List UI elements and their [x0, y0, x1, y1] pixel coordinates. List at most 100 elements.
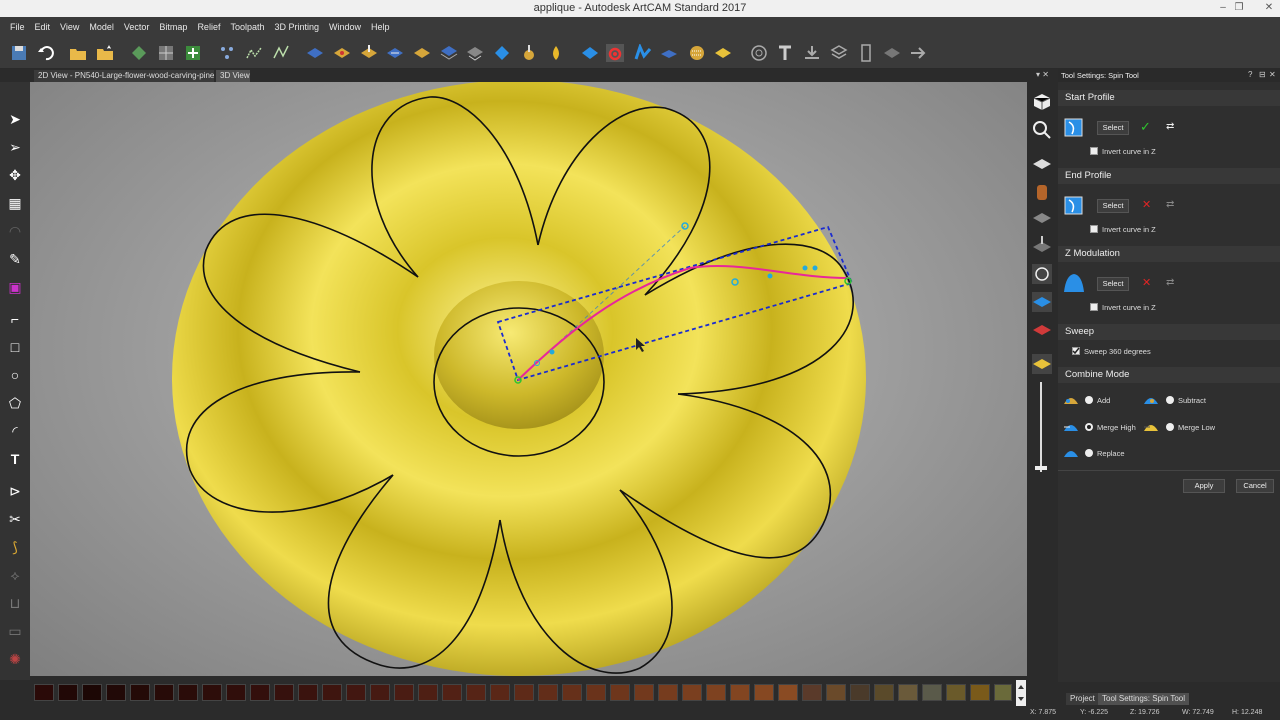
- menu-view[interactable]: View: [55, 17, 84, 37]
- bitmap-select-icon[interactable]: ▣: [6, 278, 24, 296]
- relief-icon[interactable]: [130, 44, 148, 62]
- palette-scroll-icon[interactable]: [1016, 680, 1026, 706]
- bitmap-icon[interactable]: [245, 44, 263, 62]
- open-folder-icon[interactable]: [69, 44, 87, 62]
- palette-swatch[interactable]: [466, 684, 486, 701]
- end-invert-checkbox[interactable]: [1090, 225, 1098, 233]
- palette-swatch[interactable]: [394, 684, 414, 701]
- polygon-icon[interactable]: ⬠: [6, 394, 24, 412]
- close-icon[interactable]: ✕: [1262, 1, 1276, 15]
- palette-swatch[interactable]: [514, 684, 534, 701]
- palette-swatch[interactable]: [82, 684, 102, 701]
- palette-swatch[interactable]: [682, 684, 702, 701]
- blue-layer-icon[interactable]: [1032, 292, 1052, 312]
- panel-close-icon[interactable]: ✕: [1269, 70, 1276, 79]
- texture-icon[interactable]: [688, 44, 706, 62]
- z-modulation-select-button[interactable]: Select: [1097, 277, 1129, 291]
- palette-swatch[interactable]: [58, 684, 78, 701]
- cube-view-icon[interactable]: [1032, 92, 1052, 112]
- palette-swatch[interactable]: [202, 684, 222, 701]
- panel-help-icon[interactable]: ?: [1248, 70, 1252, 79]
- restore-icon[interactable]: ❐: [1232, 1, 1246, 15]
- swap-icon[interactable]: ⇄: [1166, 121, 1174, 132]
- trim-icon[interactable]: ✂: [6, 510, 24, 528]
- swap-icon[interactable]: ⇄: [1166, 199, 1174, 210]
- menu-model[interactable]: Model: [84, 17, 119, 37]
- palette-swatch[interactable]: [34, 684, 54, 701]
- start-invert-checkbox[interactable]: [1090, 147, 1098, 155]
- ruler-icon[interactable]: [857, 44, 875, 62]
- palette-swatch[interactable]: [130, 684, 150, 701]
- wood-material-icon[interactable]: [1032, 182, 1052, 202]
- menu-3d-printing[interactable]: 3D Printing: [269, 17, 324, 37]
- plane-icon[interactable]: [1032, 154, 1052, 174]
- palette-swatch[interactable]: [586, 684, 606, 701]
- palette-swatch[interactable]: [994, 684, 1012, 701]
- subtract-radio[interactable]: [1166, 396, 1174, 404]
- palette-swatch[interactable]: [706, 684, 726, 701]
- replace-radio[interactable]: [1085, 449, 1093, 457]
- menu-toolpath[interactable]: Toolpath: [225, 17, 269, 37]
- palette-swatch[interactable]: [442, 684, 462, 701]
- arc-icon[interactable]: ◜: [6, 422, 24, 440]
- smooth-icon[interactable]: [466, 44, 484, 62]
- transform-view-icon[interactable]: [1032, 264, 1052, 284]
- diamond-icon[interactable]: [493, 44, 511, 62]
- palette-swatch[interactable]: [322, 684, 342, 701]
- lasso-icon[interactable]: ◠: [6, 222, 24, 240]
- palette-swatch[interactable]: [226, 684, 246, 701]
- undo-icon[interactable]: [37, 44, 55, 62]
- fade-icon[interactable]: [883, 44, 901, 62]
- palette-swatch[interactable]: [922, 684, 942, 701]
- stack-icon[interactable]: [830, 44, 848, 62]
- relief-layer-icon[interactable]: [1032, 234, 1052, 254]
- import-icon[interactable]: [803, 44, 821, 62]
- rectangle-icon[interactable]: □: [6, 338, 24, 356]
- layer-slider-handle[interactable]: [1035, 466, 1047, 470]
- menu-help[interactable]: Help: [366, 17, 395, 37]
- cancel-button[interactable]: Cancel: [1236, 479, 1274, 493]
- menu-bitmap[interactable]: Bitmap: [154, 17, 192, 37]
- transform-icon[interactable]: ✥: [6, 166, 24, 184]
- palette-swatch[interactable]: [370, 684, 390, 701]
- layer-slider-track[interactable]: [1040, 382, 1042, 472]
- palette-swatch[interactable]: [418, 684, 438, 701]
- tab-tool-settings[interactable]: Tool Settings: Spin Tool: [1098, 693, 1190, 705]
- add-radio[interactable]: [1085, 396, 1093, 404]
- palette-swatch[interactable]: [850, 684, 870, 701]
- tab-3d-view[interactable]: 3D View: [216, 70, 250, 82]
- palette-swatch[interactable]: [970, 684, 990, 701]
- text-tool-icon[interactable]: T: [6, 450, 24, 468]
- vector-icon[interactable]: [272, 44, 290, 62]
- palette-swatch[interactable]: [490, 684, 510, 701]
- minimize-icon[interactable]: –: [1216, 1, 1230, 15]
- palette-swatch[interactable]: [874, 684, 894, 701]
- palette-swatch[interactable]: [274, 684, 294, 701]
- palette-swatch[interactable]: [658, 684, 678, 701]
- menu-file[interactable]: File: [0, 17, 30, 37]
- target-icon[interactable]: [750, 44, 768, 62]
- node-edit-icon[interactable]: ➢: [6, 138, 24, 156]
- drop-icon[interactable]: [547, 44, 565, 62]
- menu-relief[interactable]: Relief: [192, 17, 225, 37]
- text-icon[interactable]: [776, 44, 794, 62]
- flat-icon[interactable]: [660, 44, 678, 62]
- texture-tool-icon[interactable]: ✺: [6, 650, 24, 668]
- palette-swatch[interactable]: [610, 684, 630, 701]
- palette-swatch[interactable]: [178, 684, 198, 701]
- menu-window[interactable]: Window: [324, 17, 366, 37]
- merge-high-radio[interactable]: [1085, 423, 1093, 431]
- wave-icon[interactable]: [634, 44, 652, 62]
- paint-icon[interactable]: ✎: [6, 250, 24, 268]
- panel-pin-icon[interactable]: ⊟: [1259, 70, 1266, 79]
- grid-tool-icon[interactable]: ▦: [6, 194, 24, 212]
- sweep-icon[interactable]: [360, 44, 378, 62]
- menu-vector[interactable]: Vector: [119, 17, 155, 37]
- yellow-layer-icon[interactable]: [1032, 354, 1052, 374]
- palette-swatch[interactable]: [562, 684, 582, 701]
- 3d-viewport[interactable]: [30, 82, 1027, 676]
- palette-swatch[interactable]: [778, 684, 798, 701]
- arrow-icon[interactable]: [909, 44, 927, 62]
- relief-scene[interactable]: [30, 82, 1027, 676]
- close-vector-icon[interactable]: ⊔: [6, 594, 24, 612]
